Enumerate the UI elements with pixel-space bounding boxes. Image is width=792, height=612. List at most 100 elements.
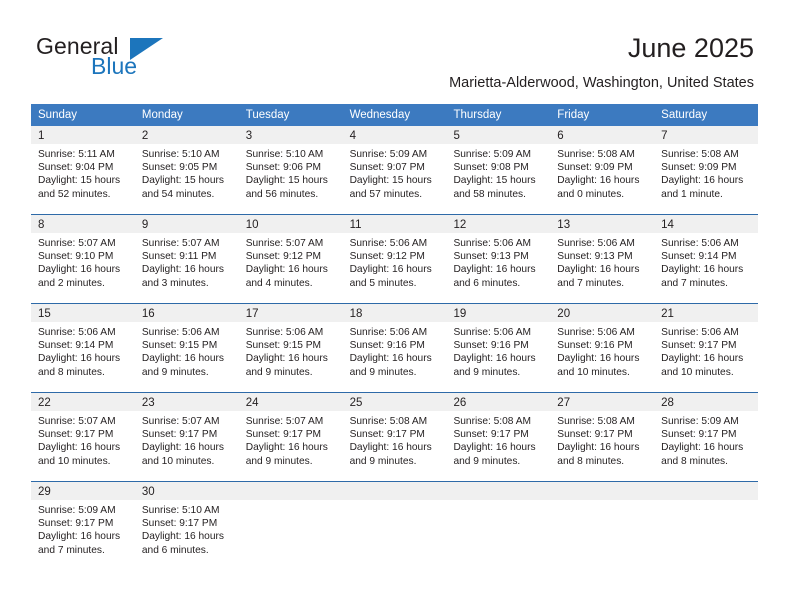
date-band: 3 [238, 126, 343, 144]
sunset-time: Sunset: 9:09 PM [661, 162, 737, 174]
daylight-duration-line1: Daylight: 16 hours [141, 264, 224, 276]
date-band: 13 [550, 215, 655, 233]
calendar-day-cell[interactable]: 27 Sunrise: 5:08 AM Sunset: 9:17 PM Dayligh… [550, 393, 655, 481]
calendar-day-cell[interactable]: 9 Sunrise: 5:07 AM Sunset: 9:11 PM Daylight… [134, 215, 239, 303]
daylight-duration-line2: and 1 minute. [661, 188, 723, 200]
day-detail-body: Sunrise: 5:07 AM Sunset: 9:17 PM Daylight:… [31, 411, 135, 468]
daylight-duration-line1: Daylight: 16 hours [38, 353, 121, 365]
date-band: 2 [134, 126, 239, 144]
general-blue-logo[interactable]: General Blue [36, 33, 256, 87]
sunset-time: Sunset: 9:16 PM [557, 340, 633, 352]
calendar-day-cell[interactable]: 25 Sunrise: 5:08 AM Sunset: 9:17 PM Dayligh… [342, 393, 447, 481]
calendar-day-cell[interactable]: 29 Sunrise: 5:09 AM Sunset: 9:17 PM Dayligh… [31, 482, 135, 570]
day-detail-body: Sunrise: 5:09 AM Sunset: 9:08 PM Daylight:… [446, 144, 550, 201]
date-number: 6 [557, 130, 564, 142]
date-number: 29 [38, 486, 51, 498]
calendar-day-cell[interactable]: 5 Sunrise: 5:09 AM Sunset: 9:08 PM Daylight… [446, 126, 551, 214]
daylight-duration-line2: and 9 minutes. [245, 455, 313, 467]
date-band: 17 [238, 304, 343, 322]
sunset-time: Sunset: 9:10 PM [38, 251, 114, 263]
daylight-duration-line1: Daylight: 16 hours [141, 353, 224, 365]
day-detail-body: Sunrise: 5:10 AM Sunset: 9:05 PM Daylight:… [135, 144, 239, 201]
calendar-day-cell-empty [238, 482, 343, 570]
calendar-day-cell[interactable]: 22 Sunrise: 5:07 AM Sunset: 9:17 PM Dayligh… [31, 393, 135, 481]
sunrise-time: Sunrise: 5:07 AM [38, 238, 116, 249]
calendar-day-cell[interactable]: 7 Sunrise: 5:08 AM Sunset: 9:09 PM Daylight… [654, 126, 759, 214]
calendar-day-cell[interactable]: 10 Sunrise: 5:07 AM Sunset: 9:12 PM Dayligh… [238, 215, 343, 303]
sunrise-time: Sunrise: 5:06 AM [661, 238, 739, 249]
calendar-day-cell[interactable]: 15 Sunrise: 5:06 AM Sunset: 9:14 PM Dayligh… [31, 304, 135, 392]
daylight-duration-line1: Daylight: 16 hours [245, 442, 328, 454]
calendar-day-cell[interactable]: 23 Sunrise: 5:07 AM Sunset: 9:17 PM Dayligh… [134, 393, 239, 481]
daylight-duration-line1: Daylight: 16 hours [349, 353, 432, 365]
date-number: 16 [141, 308, 155, 320]
date-number: 3 [245, 130, 253, 142]
date-band: 28 [654, 393, 759, 411]
calendar-day-cell[interactable]: 4 Sunrise: 5:09 AM Sunset: 9:07 PM Daylight… [342, 126, 447, 214]
calendar-week-row: 15 Sunrise: 5:06 AM Sunset: 9:14 PM Dayligh… [31, 303, 759, 392]
date-band: 6 [550, 126, 655, 144]
daylight-duration-line1: Daylight: 15 hours [349, 175, 432, 187]
calendar-day-cell[interactable]: 12 Sunrise: 5:06 AM Sunset: 9:13 PM Dayligh… [446, 215, 551, 303]
sunset-time: Sunset: 9:14 PM [661, 251, 737, 263]
date-number: 25 [349, 397, 363, 409]
daylight-duration-line2: and 3 minutes. [141, 277, 209, 289]
date-band [342, 482, 447, 500]
calendar-day-cell[interactable]: 28 Sunrise: 5:09 AM Sunset: 9:17 PM Dayligh… [654, 393, 759, 481]
sunrise-time: Sunrise: 5:06 AM [349, 238, 428, 249]
date-band: 15 [31, 304, 135, 322]
day-detail-body: Sunrise: 5:06 AM Sunset: 9:16 PM Daylight:… [343, 322, 447, 379]
calendar-day-cell[interactable]: 17 Sunrise: 5:06 AM Sunset: 9:15 PM Dayligh… [238, 304, 343, 392]
sunrise-time: Sunrise: 5:06 AM [661, 327, 739, 338]
calendar-day-cell[interactable]: 14 Sunrise: 5:06 AM Sunset: 9:14 PM Dayligh… [654, 215, 759, 303]
day-detail-body: Sunrise: 5:10 AM Sunset: 9:17 PM Daylight:… [135, 500, 239, 557]
sunrise-time: Sunrise: 5:06 AM [453, 327, 532, 338]
sunset-time: Sunset: 9:11 PM [141, 251, 217, 263]
day-detail-body: Sunrise: 5:11 AM Sunset: 9:04 PM Daylight:… [31, 144, 135, 201]
weekday-header-sunday: Sunday [38, 109, 78, 121]
daylight-duration-line1: Daylight: 16 hours [141, 442, 224, 454]
weekday-header-thursday: Thursday [453, 109, 502, 121]
calendar-day-cell[interactable]: 2 Sunrise: 5:10 AM Sunset: 9:05 PM Daylight… [134, 126, 239, 214]
calendar-day-cell[interactable]: 26 Sunrise: 5:08 AM Sunset: 9:17 PM Dayligh… [446, 393, 551, 481]
calendar-day-cell[interactable]: 8 Sunrise: 5:07 AM Sunset: 9:10 PM Daylight… [31, 215, 135, 303]
date-band [550, 482, 655, 500]
sunrise-time: Sunrise: 5:07 AM [141, 238, 220, 249]
date-band [654, 482, 759, 500]
daylight-duration-line2: and 8 minutes. [661, 455, 728, 467]
day-detail-body [550, 500, 654, 504]
daylight-duration-line2: and 5 minutes. [349, 277, 417, 289]
calendar-day-cell[interactable]: 30 Sunrise: 5:10 AM Sunset: 9:17 PM Dayligh… [134, 482, 239, 570]
logo-text-blue: Blue [91, 53, 138, 79]
calendar-day-cell-empty [550, 482, 655, 570]
daylight-duration-line2: and 54 minutes. [141, 188, 215, 200]
sunrise-time: Sunrise: 5:08 AM [557, 416, 635, 427]
calendar-day-cell[interactable]: 19 Sunrise: 5:06 AM Sunset: 9:16 PM Dayligh… [446, 304, 551, 392]
calendar-day-cell[interactable]: 6 Sunrise: 5:08 AM Sunset: 9:09 PM Daylight… [550, 126, 655, 214]
sunrise-time: Sunrise: 5:10 AM [141, 505, 220, 516]
calendar-day-cell[interactable]: 16 Sunrise: 5:06 AM Sunset: 9:15 PM Dayligh… [134, 304, 239, 392]
date-number: 7 [661, 130, 668, 142]
day-detail-body: Sunrise: 5:08 AM Sunset: 9:09 PM Daylight:… [654, 144, 758, 201]
day-detail-body: Sunrise: 5:07 AM Sunset: 9:12 PM Daylight:… [239, 233, 343, 290]
weekday-header-row: Sunday Monday Tuesday Wednesday Thursday Frid… [31, 104, 758, 126]
date-number: 18 [349, 308, 363, 320]
calendar-day-cell[interactable]: 13 Sunrise: 5:06 AM Sunset: 9:13 PM Dayligh… [550, 215, 655, 303]
calendar-day-cell[interactable]: 1 Sunrise: 5:11 AM Sunset: 9:04 PM Daylight… [31, 126, 135, 214]
sunrise-time: Sunrise: 5:09 AM [349, 149, 428, 160]
day-detail-body: Sunrise: 5:06 AM Sunset: 9:13 PM Daylight:… [446, 233, 550, 290]
day-detail-body: Sunrise: 5:06 AM Sunset: 9:14 PM Daylight:… [31, 322, 135, 379]
daylight-duration-line2: and 10 minutes. [141, 455, 215, 467]
calendar-grid: Sunday Monday Tuesday Wednesday Thursday Frid… [31, 104, 759, 570]
daylight-duration-line2: and 9 minutes. [245, 366, 313, 378]
calendar-day-cell[interactable]: 18 Sunrise: 5:06 AM Sunset: 9:16 PM Dayligh… [342, 304, 447, 392]
calendar-day-cell[interactable]: 21 Sunrise: 5:06 AM Sunset: 9:17 PM Dayligh… [654, 304, 759, 392]
calendar-day-cell[interactable]: 11 Sunrise: 5:06 AM Sunset: 9:12 PM Dayligh… [342, 215, 447, 303]
daylight-duration-line1: Daylight: 16 hours [557, 353, 640, 365]
calendar-day-cell[interactable]: 24 Sunrise: 5:07 AM Sunset: 9:17 PM Dayligh… [238, 393, 343, 481]
calendar-day-cell[interactable]: 3 Sunrise: 5:10 AM Sunset: 9:06 PM Daylight… [238, 126, 343, 214]
calendar-day-cell[interactable]: 20 Sunrise: 5:06 AM Sunset: 9:16 PM Dayligh… [550, 304, 655, 392]
date-number: 12 [453, 219, 467, 231]
day-detail-body [446, 500, 550, 504]
sunset-time: Sunset: 9:17 PM [38, 518, 114, 530]
